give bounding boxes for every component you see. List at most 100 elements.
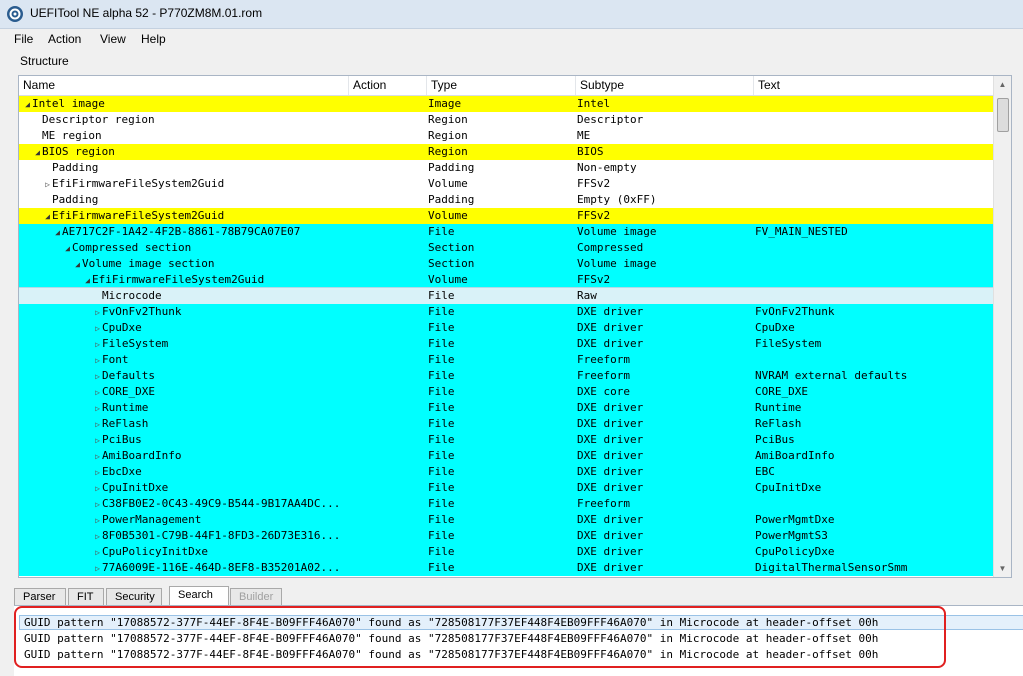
tree-row[interactable]: ▷ AmiBoardInfo File DXE driver AmiBoardInfo	[19, 448, 993, 464]
tree-row[interactable]: Descriptor region Region Descriptor	[19, 112, 993, 128]
row-name: 8F0B5301-C79B-44F1-8FD3-26D73E316...	[102, 529, 341, 542]
collapsed-arrow-icon[interactable]: ▷	[93, 353, 102, 369]
expanded-arrow-icon[interactable]: ◢	[23, 97, 32, 113]
row-name: Compressed section	[72, 241, 192, 254]
tree-row[interactable]: ◢ AE717C2F-1A42-4F2B-8861-78B79CA07E07 Fil…	[19, 224, 993, 240]
row-type: File	[428, 433, 455, 446]
menu-action[interactable]: Action	[48, 32, 81, 46]
tree-row[interactable]: ▷ Defaults File Freeform NVRAM external defa…	[19, 368, 993, 384]
row-subtype: ME	[577, 129, 591, 142]
tree-row[interactable]: ◢ EfiFirmwareFileSystem2Guid Volume FFSv2	[19, 272, 993, 288]
row-name-cell: ◢ Volume image section	[19, 256, 403, 273]
row-name-cell: ▷ FileSystem	[19, 336, 423, 353]
collapsed-arrow-icon[interactable]: ▷	[93, 529, 102, 545]
row-name: Microcode	[102, 289, 162, 302]
collapsed-arrow-icon[interactable]: ▷	[93, 561, 102, 577]
tab-fit[interactable]: FIT	[68, 588, 104, 606]
row-name: CORE_DXE	[102, 385, 155, 398]
column-header-subtype[interactable]: Subtype	[576, 76, 754, 95]
column-header-action[interactable]: Action	[349, 76, 427, 95]
tree-row[interactable]: ◢ EfiFirmwareFileSystem2Guid Volume FFSv2	[19, 208, 993, 224]
tree-row[interactable]: Microcode File Raw	[19, 287, 994, 305]
tree-row[interactable]: ▷ CpuInitDxe File DXE driver CpuInitDxe	[19, 480, 993, 496]
row-name-cell: ◢ Intel image	[19, 96, 353, 113]
tree-row[interactable]: ▷ FvOnFv2Thunk File DXE driver FvOnFv2Thunk	[19, 304, 993, 320]
row-subtype: Raw	[577, 289, 597, 302]
expanded-arrow-icon[interactable]: ◢	[83, 273, 92, 289]
column-header-name[interactable]: Name	[19, 76, 349, 95]
collapsed-arrow-icon[interactable]: ▷	[93, 385, 102, 401]
collapsed-arrow-icon[interactable]: ▷	[93, 369, 102, 385]
tree-row[interactable]: ◢ BIOS region Region BIOS	[19, 144, 993, 160]
collapsed-arrow-icon[interactable]: ▷	[93, 433, 102, 449]
column-header-type[interactable]: Type	[427, 76, 576, 95]
collapsed-arrow-icon[interactable]: ▷	[43, 177, 52, 193]
structure-tree[interactable]: Name Action Type Subtype Text ◢ Intel ima…	[18, 75, 1012, 578]
row-subtype: DXE driver	[577, 337, 644, 350]
tree-row[interactable]: ▷ 77A6009E-116E-464D-8EF8-B35201A02... Fil…	[19, 560, 993, 576]
tree-row[interactable]: ◢ Intel image Image Intel	[19, 96, 993, 112]
column-header-text[interactable]: Text	[754, 76, 993, 95]
row-text: CpuDxe	[755, 321, 795, 334]
tree-row[interactable]: ME region Region ME	[19, 128, 993, 144]
row-type: File	[428, 529, 455, 542]
title-bar: UEFITool NE alpha 52 - P770ZM8M.01.rom	[0, 0, 1023, 29]
tab-search[interactable]: Search	[169, 586, 229, 607]
scroll-up-icon[interactable]: ▲	[994, 76, 1011, 93]
menu-view[interactable]: View	[100, 32, 126, 46]
tree-row[interactable]: ▷ EbcDxe File DXE driver EBC	[19, 464, 993, 480]
tree-row[interactable]: ▷ CORE_DXE File DXE core CORE_DXE	[19, 384, 993, 400]
row-name-cell: ▷ C38FB0E2-0C43-49C9-B544-9B17AA4DC...	[19, 496, 423, 513]
tab-security[interactable]: Security	[106, 588, 162, 606]
row-subtype: DXE driver	[577, 321, 644, 334]
collapsed-arrow-icon[interactable]: ▷	[93, 513, 102, 529]
row-name-cell: Padding	[19, 160, 373, 176]
expanded-arrow-icon[interactable]: ◢	[63, 241, 72, 257]
scroll-thumb[interactable]	[997, 98, 1009, 132]
row-type: File	[428, 369, 455, 382]
tree-row[interactable]: ▷ C38FB0E2-0C43-49C9-B544-9B17AA4DC... Fil…	[19, 496, 993, 512]
row-text: AmiBoardInfo	[755, 449, 835, 462]
collapsed-arrow-icon[interactable]: ▷	[93, 545, 102, 561]
tree-row[interactable]: ▷ 8F0B5301-C79B-44F1-8FD3-26D73E316... Fil…	[19, 528, 993, 544]
menu-file[interactable]: File	[14, 32, 33, 46]
tree-row[interactable]: ▷ PowerManagement File DXE driver PowerMgmtD…	[19, 512, 993, 528]
tree-row[interactable]: ◢ Volume image section Section Volume image	[19, 256, 993, 272]
tab-builder[interactable]: Builder	[230, 588, 282, 606]
tree-row[interactable]: ▷ EfiFirmwareFileSystem2Guid Volume FFSv2	[19, 176, 993, 192]
row-name-cell: ▷ Defaults	[19, 368, 423, 385]
tree-row[interactable]: ▷ CpuDxe File DXE driver CpuDxe	[19, 320, 993, 336]
collapsed-arrow-icon[interactable]: ▷	[93, 305, 102, 321]
row-name: Intel image	[32, 97, 105, 110]
collapsed-arrow-icon[interactable]: ▷	[93, 481, 102, 497]
scroll-down-icon[interactable]: ▼	[994, 560, 1011, 577]
expanded-arrow-icon[interactable]: ◢	[73, 257, 82, 273]
collapsed-arrow-icon[interactable]: ▷	[93, 449, 102, 465]
row-name: BIOS region	[42, 145, 115, 158]
expanded-arrow-icon[interactable]: ◢	[43, 209, 52, 225]
collapsed-arrow-icon[interactable]: ▷	[93, 401, 102, 417]
tree-row[interactable]: ◢ Compressed section Section Compressed	[19, 240, 993, 256]
row-type: File	[428, 353, 455, 366]
row-type: Region	[428, 113, 468, 126]
collapsed-arrow-icon[interactable]: ▷	[93, 497, 102, 513]
tree-row[interactable]: ▷ FileSystem File DXE driver FileSystem	[19, 336, 993, 352]
collapsed-arrow-icon[interactable]: ▷	[93, 321, 102, 337]
tree-row[interactable]: Padding Padding Empty (0xFF)	[19, 192, 993, 208]
tree-row[interactable]: ▷ PciBus File DXE driver PciBus	[19, 432, 993, 448]
menu-help[interactable]: Help	[141, 32, 166, 46]
collapsed-arrow-icon[interactable]: ▷	[93, 417, 102, 433]
row-name-cell: ▷ FvOnFv2Thunk	[19, 304, 423, 321]
expanded-arrow-icon[interactable]: ◢	[53, 225, 62, 241]
tree-row[interactable]: Padding Padding Non-empty	[19, 160, 993, 176]
row-name-cell: ▷ PowerManagement	[19, 512, 423, 529]
vertical-scrollbar[interactable]: ▲ ▼	[993, 76, 1011, 577]
expanded-arrow-icon[interactable]: ◢	[33, 145, 42, 161]
tree-row[interactable]: ▷ ReFlash File DXE driver ReFlash	[19, 416, 993, 432]
tree-row[interactable]: ▷ CpuPolicyInitDxe File DXE driver CpuPolicy…	[19, 544, 993, 560]
collapsed-arrow-icon[interactable]: ▷	[93, 337, 102, 353]
collapsed-arrow-icon[interactable]: ▷	[93, 465, 102, 481]
tab-parser[interactable]: Parser	[14, 588, 66, 606]
tree-row[interactable]: ▷ Runtime File DXE driver Runtime	[19, 400, 993, 416]
tree-row[interactable]: ▷ Font File Freeform	[19, 352, 993, 368]
